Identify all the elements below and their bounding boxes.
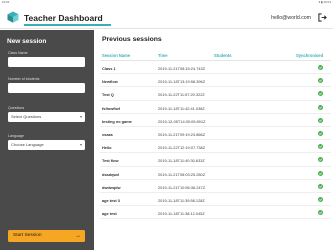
column-session-name[interactable]: Session Name — [102, 53, 130, 58]
sessions-table: Session Name Time Students Synchronised … — [100, 49, 331, 220]
class-name-input[interactable] — [8, 57, 85, 67]
session-name: dsadqwd — [102, 171, 119, 177]
start-session-label: Start Session — [13, 233, 42, 238]
chevron-down-icon: ▾ — [79, 142, 82, 147]
column-synchronised[interactable]: Synchronised — [296, 53, 323, 58]
session-name: fsfiowfiwf — [102, 105, 120, 111]
session-name: age test 3 — [102, 197, 120, 203]
session-name: Test Q — [102, 92, 114, 98]
session-time: 2019-11-22T12:19:07.738Z — [158, 145, 206, 151]
table-row[interactable]: age test 3 2019-11-18T11:39:58.128Z — [100, 193, 331, 207]
session-time: 2019-11-21T09:19:23.866Z — [158, 131, 206, 137]
title-underline — [24, 24, 111, 26]
language-select-value: Choose Language — [11, 142, 44, 147]
session-time: 2019-11-21T08:15:24.743Z — [158, 66, 206, 71]
start-session-button[interactable]: Start Session → — [8, 230, 85, 242]
questions-label: Questions — [8, 106, 25, 110]
check-circle-icon — [318, 104, 323, 110]
table-row[interactable]: dsadqwd 2019-11-21T08:03:25.280Z — [100, 167, 331, 180]
session-name: Test flow — [102, 158, 119, 164]
language-label: Language — [8, 134, 24, 138]
check-circle-icon — [318, 170, 323, 176]
table-row[interactable]: age test 2019-11-18T11:38:12.045Z — [100, 206, 331, 220]
check-circle-icon — [318, 210, 323, 216]
column-students[interactable]: Students — [214, 53, 232, 58]
status-system-icons: ▾ ▮ 10:01 — [318, 0, 331, 4]
session-time: 2019-11-18T11:42:41.038Z — [158, 105, 205, 111]
app-header: Teacher Dashboard hello@world.com — [0, 5, 333, 29]
table-row[interactable]: Hello 2019-11-22T12:19:07.738Z — [100, 140, 331, 154]
table-body: Class 1 2019-11-21T08:15:24.743Z Newflow 20… — [100, 61, 331, 220]
num-students-label: Number of students — [8, 77, 40, 81]
session-name: dwdwqdw — [102, 184, 121, 190]
table-row[interactable]: Test Q 2019-11-22T11:57:20.322Z — [100, 87, 331, 101]
user-email: hello@world.com — [271, 15, 311, 21]
check-circle-icon — [318, 65, 323, 70]
table-row[interactable]: fsfiowfiwf 2019-11-18T11:42:41.038Z — [100, 101, 331, 114]
check-circle-icon — [318, 130, 323, 136]
language-select[interactable]: Choose Language ▾ — [8, 140, 85, 150]
session-time: 2019-11-18T11:38:12.045Z — [158, 211, 205, 217]
session-name: xsaas — [102, 131, 113, 137]
column-time[interactable]: Time — [158, 53, 167, 58]
session-name: age test — [102, 211, 117, 217]
table-row[interactable]: testing no game 2019-12-05T14:30:09.891Z — [100, 114, 331, 127]
session-time: 2019-11-22T11:57:20.322Z — [158, 92, 205, 98]
new-session-panel: New session Class Name Number of student… — [0, 30, 94, 250]
table-header: Session Name Time Students Synchronised — [100, 49, 331, 61]
session-time: 2019-11-21T10:56:36.247Z — [158, 184, 206, 190]
table-row[interactable]: Class 1 2019-11-21T08:15:24.743Z — [100, 61, 331, 75]
cube-logo-icon — [7, 11, 19, 23]
check-circle-icon — [318, 78, 323, 84]
chevron-down-icon: ▾ — [79, 114, 82, 119]
check-circle-icon — [318, 183, 323, 189]
num-students-input[interactable] — [8, 83, 85, 93]
session-time: 2019-11-18T13:19:58.396Z — [158, 79, 206, 85]
arrow-right-icon: → — [75, 233, 81, 239]
table-row[interactable]: dwdwqdw 2019-11-21T10:56:36.247Z — [100, 180, 331, 193]
session-name: Class 1 — [102, 66, 116, 71]
previous-sessions-heading: Previous sessions — [102, 36, 162, 43]
status-time: 10:01 — [2, 0, 10, 4]
questions-select[interactable]: Select Questions ▾ — [8, 112, 85, 122]
table-row[interactable]: Test flow 2019-11-18T11:40:30.633Z — [100, 153, 331, 167]
check-circle-icon — [318, 117, 323, 123]
check-circle-icon — [318, 144, 323, 150]
session-time: 2019-11-21T08:03:25.280Z — [158, 171, 206, 177]
session-name: Newflow — [102, 79, 118, 85]
session-name: Hello — [102, 145, 112, 151]
check-circle-icon — [318, 157, 323, 163]
session-name: testing no game — [102, 118, 132, 124]
session-time: 2019-12-05T14:30:09.891Z — [158, 118, 206, 124]
table-row[interactable]: Newflow 2019-11-18T13:19:58.396Z — [100, 74, 331, 88]
table-row[interactable]: xsaas 2019-11-21T09:19:23.866Z — [100, 127, 331, 141]
class-name-label: Class Name — [8, 51, 28, 55]
check-circle-icon — [318, 91, 323, 97]
logout-icon[interactable] — [318, 13, 327, 22]
session-time: 2019-11-18T11:39:58.128Z — [158, 197, 205, 203]
app-title: Teacher Dashboard — [24, 13, 103, 23]
questions-select-value: Select Questions — [11, 114, 42, 119]
session-time: 2019-11-18T11:40:30.633Z — [158, 158, 205, 164]
new-session-heading: New session — [7, 38, 47, 45]
check-circle-icon — [318, 196, 323, 202]
